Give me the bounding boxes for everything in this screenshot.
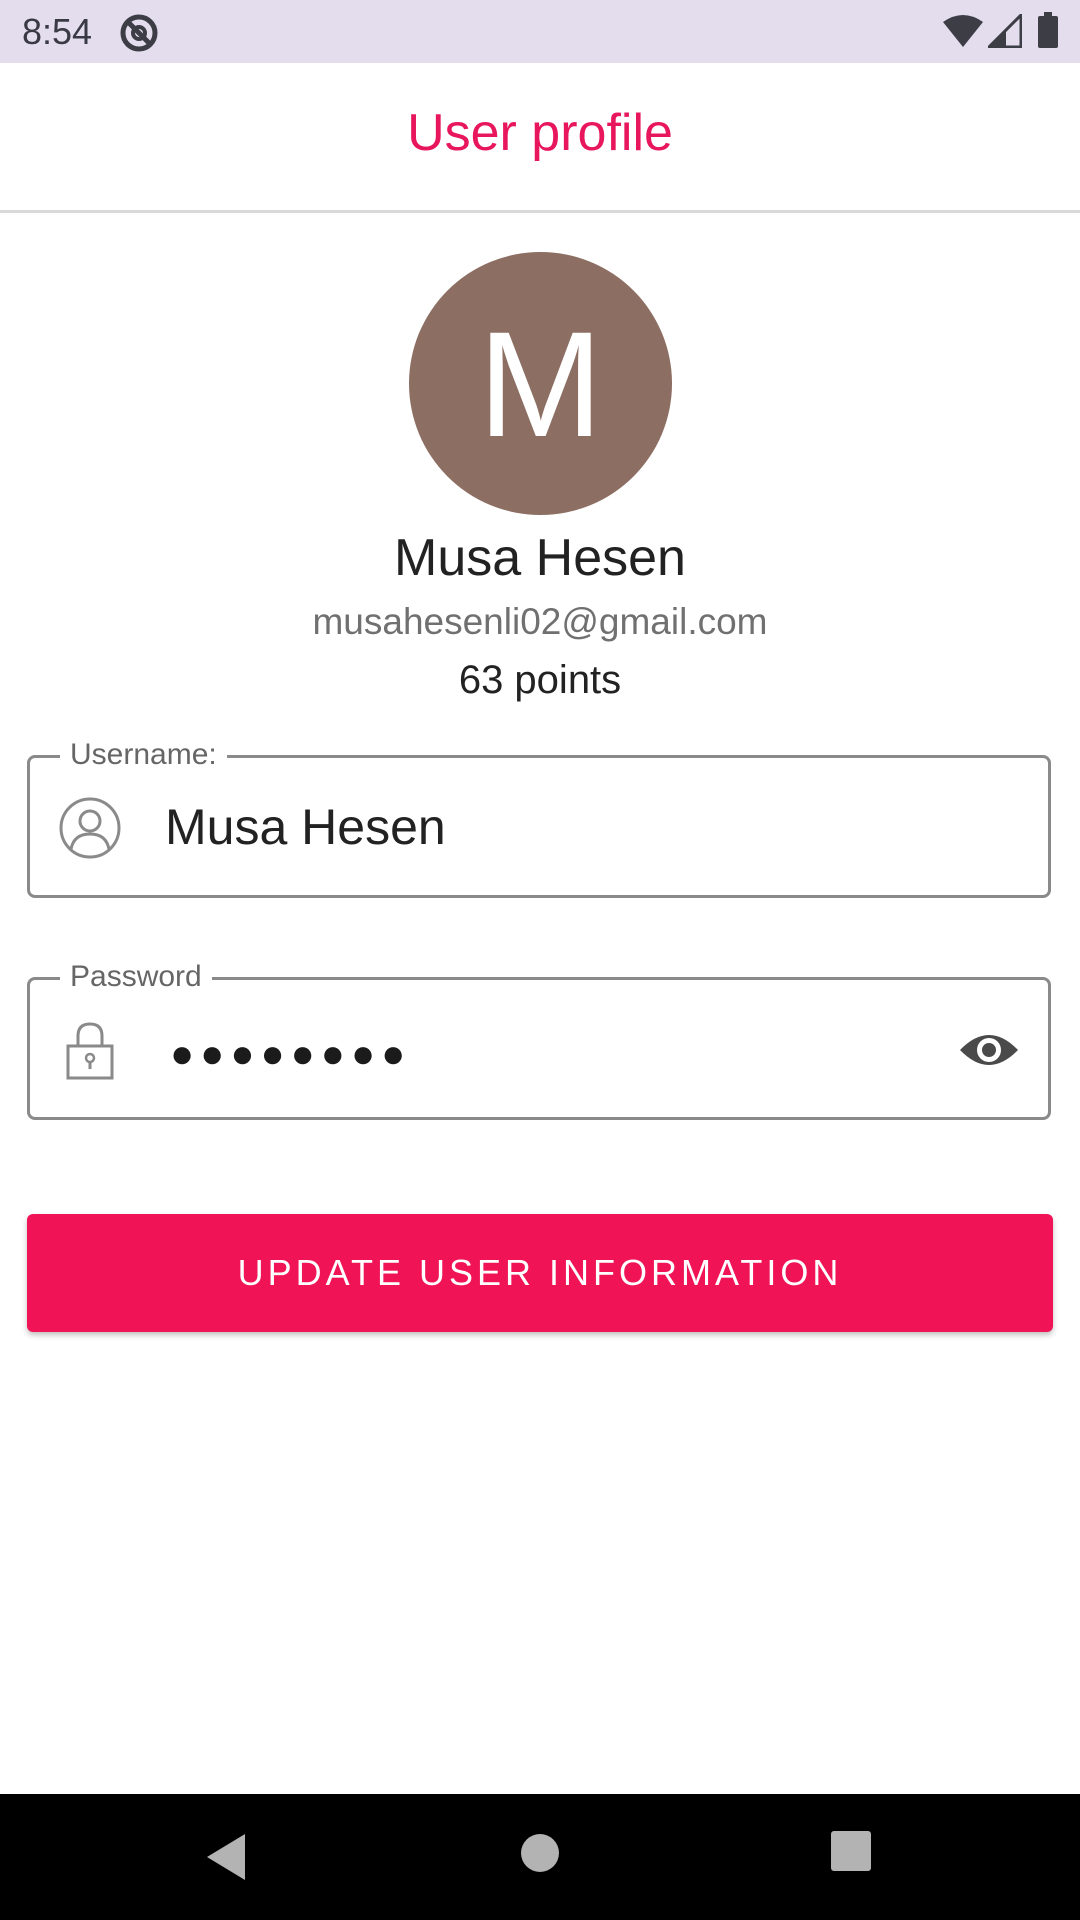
nav-bar <box>0 1794 1080 1920</box>
username-input[interactable]: Musa Hesen <box>165 798 446 856</box>
page-title: User profile <box>407 104 673 162</box>
status-bar: 8:54 <box>0 0 1080 63</box>
notification-icon <box>120 14 158 52</box>
home-icon[interactable] <box>519 1832 561 1874</box>
person-icon <box>59 797 121 859</box>
password-label: Password <box>60 958 212 996</box>
profile-points: 63 points <box>458 658 622 702</box>
username-label: Username: <box>60 736 227 774</box>
wifi-icon <box>943 15 983 47</box>
password-field[interactable]: Password ●●●●●●●● <box>27 958 1051 1120</box>
eye-icon[interactable] <box>958 1022 1020 1078</box>
app-header: User profile <box>0 63 1080 213</box>
update-user-button[interactable]: UPDATE USER INFORMATION <box>27 1214 1053 1332</box>
avatar: M <box>409 252 672 515</box>
avatar-initial: M <box>478 299 603 468</box>
screen: 8:54 User profile M Musa Hesen musahesen… <box>0 0 1080 1920</box>
lock-icon <box>66 1022 114 1080</box>
signal-icon <box>988 14 1022 48</box>
username-field[interactable]: Username: Musa Hesen <box>27 736 1051 898</box>
battery-icon <box>1038 12 1058 48</box>
password-input[interactable]: ●●●●●●●● <box>170 1032 411 1076</box>
profile-email: musahesenli02@gmail.com <box>312 601 768 642</box>
recents-icon[interactable] <box>830 1830 872 1872</box>
profile-name: Musa Hesen <box>394 529 686 587</box>
back-icon[interactable] <box>203 1832 251 1882</box>
status-time: 8:54 <box>22 11 93 52</box>
